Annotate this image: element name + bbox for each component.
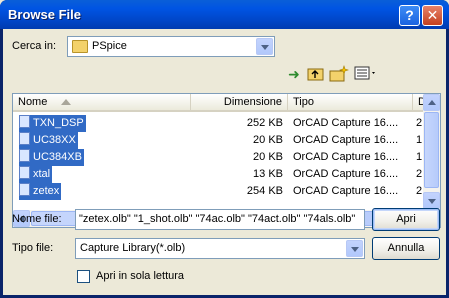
- look-in-value: PSpice: [92, 40, 127, 52]
- list-item[interactable]: TXN_DSP 252 KB OrCAD Capture 16.... 22: [13, 115, 422, 132]
- list-item-name-cell[interactable]: UC384XB: [19, 149, 84, 166]
- list-item-name: UC384XB: [33, 151, 82, 163]
- list-item[interactable]: xtal 13 KB OrCAD Capture 16.... 24: [13, 166, 422, 183]
- read-only-label[interactable]: Apri in sola lettura: [96, 270, 184, 282]
- back-arrow-icon[interactable]: ➜: [284, 65, 304, 83]
- window-title: Browse File: [8, 7, 81, 22]
- list-item[interactable]: zetex 254 KB OrCAD Capture 16.... 22: [13, 183, 422, 200]
- list-item-name-cell[interactable]: UC38XX: [19, 132, 78, 149]
- list-item-name-cell[interactable]: zetex: [19, 183, 62, 200]
- library-file-icon: [19, 183, 30, 196]
- vertical-scroll-thumb[interactable]: [424, 112, 439, 188]
- list-item-size: 252 KB: [246, 117, 283, 129]
- list-item-name-highlight: UC384XB: [19, 149, 84, 166]
- up-folder-icon[interactable]: [306, 65, 326, 83]
- library-file-icon: [19, 149, 30, 162]
- list-item-date: 18: [416, 134, 422, 146]
- list-item[interactable]: UC384XB 20 KB OrCAD Capture 16.... 18: [13, 149, 422, 166]
- look-in-combo[interactable]: PSpice: [67, 36, 275, 57]
- sort-ascending-icon: [61, 99, 71, 105]
- scroll-down-button[interactable]: [423, 192, 440, 209]
- open-button[interactable]: Apri: [372, 208, 440, 231]
- chevron-down-icon[interactable]: [256, 38, 273, 55]
- list-item[interactable]: UC38XX 20 KB OrCAD Capture 16.... 18: [13, 132, 422, 149]
- list-item-name-highlight: zetex: [19, 183, 62, 200]
- list-item-type: OrCAD Capture 16....: [293, 134, 399, 146]
- new-folder-icon[interactable]: [329, 65, 349, 83]
- file-type-label: Tipo file:: [12, 242, 54, 254]
- vertical-scrollbar[interactable]: [423, 94, 440, 210]
- file-name-value: "zetex.olb" "1_shot.olb" "74ac.olb" "74a…: [79, 213, 356, 225]
- folder-icon: [72, 40, 88, 53]
- list-header: Nome Dimensione Tipo D: [13, 94, 440, 112]
- close-button[interactable]: ✕: [422, 5, 443, 26]
- library-file-icon: [19, 166, 30, 179]
- file-type-combo[interactable]: Capture Library(*.olb): [75, 238, 365, 259]
- title-bar[interactable]: Browse File ? ✕: [0, 0, 449, 29]
- library-file-icon: [19, 132, 30, 145]
- list-item-date: 24: [416, 168, 422, 180]
- list-item-size: 13 KB: [253, 168, 283, 180]
- list-item-date: 22: [416, 117, 422, 129]
- file-name-input[interactable]: "zetex.olb" "1_shot.olb" "74ac.olb" "74a…: [75, 209, 365, 230]
- list-item-type: OrCAD Capture 16....: [293, 185, 399, 197]
- browse-file-dialog: Browse File ? ✕ Cerca in: PSpice ➜ Nome: [0, 0, 449, 298]
- column-header-type[interactable]: Tipo: [288, 94, 413, 112]
- list-item-name: zetex: [33, 185, 60, 197]
- help-button[interactable]: ?: [399, 5, 420, 26]
- read-only-checkbox[interactable]: [77, 270, 90, 283]
- file-type-value: Capture Library(*.olb): [80, 242, 186, 254]
- column-header-size[interactable]: Dimensione: [191, 94, 288, 112]
- library-file-icon: [19, 115, 30, 128]
- list-item-name-highlight: TXN_DSP: [19, 115, 86, 132]
- chevron-down-icon[interactable]: [346, 240, 363, 257]
- list-item-name: xtal: [33, 168, 51, 180]
- list-item-name-highlight: UC38XX: [19, 132, 78, 149]
- list-item-date: 22: [416, 185, 422, 197]
- view-menu-icon[interactable]: [353, 65, 379, 83]
- list-item-type: OrCAD Capture 16....: [293, 117, 399, 129]
- list-item-size: 254 KB: [246, 185, 283, 197]
- scroll-up-button[interactable]: [423, 94, 440, 111]
- list-item-date: 18: [416, 151, 422, 163]
- list-item-name: TXN_DSP: [33, 117, 84, 129]
- dialog-body: Cerca in: PSpice ➜ Nome Dimensione Tipo: [3, 29, 446, 295]
- list-item-name: UC38XX: [33, 134, 76, 146]
- column-header-name[interactable]: Nome: [13, 94, 191, 112]
- cancel-button[interactable]: Annulla: [372, 237, 440, 260]
- list-item-type: OrCAD Capture 16....: [293, 151, 399, 163]
- look-in-label: Cerca in:: [12, 40, 57, 52]
- list-item-name-cell[interactable]: TXN_DSP: [19, 115, 86, 132]
- list-item-size: 20 KB: [253, 151, 283, 163]
- list-item-name-highlight: xtal: [19, 166, 53, 183]
- list-item-size: 20 KB: [253, 134, 283, 146]
- list-item-type: OrCAD Capture 16....: [293, 168, 399, 180]
- list-item-name-cell[interactable]: xtal: [19, 166, 53, 183]
- file-name-label: Nome file:: [12, 213, 62, 225]
